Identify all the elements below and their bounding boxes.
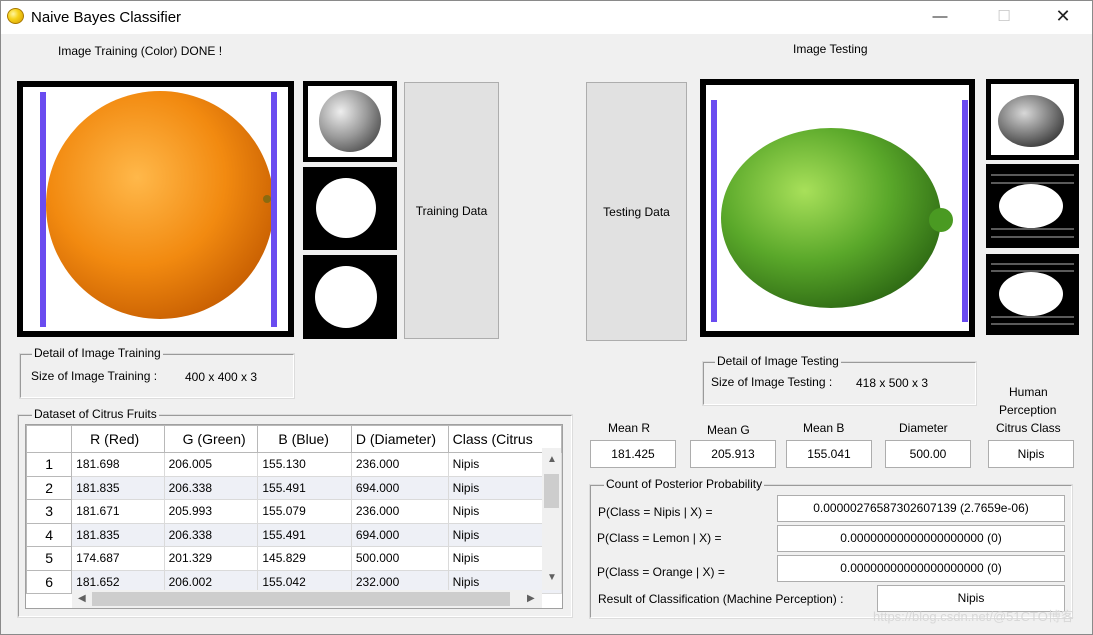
cell-blue[interactable]: 145.829: [257, 546, 352, 571]
classification-result-label: Result of Classification (Machine Percep…: [598, 592, 844, 606]
testing-size-label: Size of Image Testing :: [711, 375, 833, 389]
table-horizontal-scrollbar[interactable]: ◀ ▶: [72, 590, 542, 608]
training-image-frame: [17, 81, 294, 337]
cell-blue[interactable]: 155.079: [257, 499, 352, 524]
cell-green[interactable]: 206.338: [164, 476, 259, 500]
cell-diameter[interactable]: 694.000: [351, 476, 449, 500]
lemon-probability-label: P(Class = Lemon | X) =: [597, 531, 722, 545]
testing-heading: Image Testing: [793, 42, 868, 56]
training-data-button[interactable]: Training Data: [404, 82, 499, 339]
testing-binary-thumbnail-1: [986, 164, 1079, 248]
cell-red[interactable]: 174.687: [71, 546, 165, 571]
human-perception-label-line1: Human: [1009, 385, 1048, 399]
column-header-red[interactable]: R (Red): [71, 425, 165, 453]
maximize-button[interactable]: ☐: [981, 1, 1027, 34]
minimize-button[interactable]: —: [917, 1, 963, 34]
cell-green[interactable]: 205.993: [164, 499, 259, 524]
scroll-right-arrow-icon[interactable]: ▶: [527, 593, 535, 604]
cell-blue[interactable]: 155.491: [257, 523, 352, 547]
cell-red[interactable]: 181.835: [71, 476, 165, 500]
diameter-label: Diameter: [899, 421, 948, 435]
posterior-legend: Count of Posterior Probability: [604, 477, 765, 491]
mean-b-label: Mean B: [803, 421, 845, 435]
nipis-probability-label: P(Class = Nipis | X) =: [598, 505, 713, 519]
window-title: Naive Bayes Classifier: [31, 9, 182, 26]
dataset-legend: Dataset of Citrus Fruits: [32, 407, 159, 421]
row-number[interactable]: 3: [26, 499, 73, 524]
horizontal-scroll-thumb[interactable]: [92, 592, 510, 606]
mean-b-field[interactable]: 155.041: [786, 440, 872, 468]
vertical-scroll-thumb[interactable]: [544, 474, 559, 508]
training-status-label: Image Training (Color) DONE !: [58, 44, 223, 58]
row-number[interactable]: 5: [26, 546, 73, 571]
lemon-probability-field[interactable]: 0.00000000000000000000 (0): [777, 525, 1065, 552]
row-number[interactable]: 2: [26, 475, 73, 500]
cell-blue[interactable]: 155.130: [257, 452, 352, 477]
title-bar: Naive Bayes Classifier — ☐ ✕: [1, 1, 1092, 34]
cell-green[interactable]: 206.338: [164, 523, 259, 547]
table-row[interactable]: 2 181.835 206.338 155.491 694.000 Nipis: [26, 475, 562, 500]
training-gray-thumbnail: [303, 81, 397, 162]
mean-r-field[interactable]: 181.425: [590, 440, 676, 468]
diameter-field[interactable]: 500.00: [885, 440, 971, 468]
cell-red[interactable]: 181.835: [71, 523, 165, 547]
row-number[interactable]: 4: [26, 522, 73, 547]
table-row[interactable]: 1 181.698 206.005 155.130 236.000 Nipis: [26, 452, 562, 477]
dataset-table[interactable]: R (Red) G (Green) B (Blue) D (Diameter) …: [25, 424, 563, 609]
cell-green[interactable]: 206.005: [164, 452, 259, 477]
orange-probability-label: P(Class = Orange | X) =: [597, 565, 725, 579]
scroll-up-arrow-icon[interactable]: ▲: [547, 454, 557, 465]
testing-gray-thumbnail: [986, 79, 1079, 160]
close-button[interactable]: ✕: [1040, 1, 1086, 34]
column-header-green[interactable]: G (Green): [163, 425, 259, 453]
column-header-blue[interactable]: B (Blue): [257, 425, 352, 453]
cell-red[interactable]: 181.671: [71, 499, 165, 524]
training-detail-group: Detail of Image Training Size of Image T…: [19, 346, 295, 399]
human-class-field[interactable]: Nipis: [988, 440, 1074, 468]
mean-g-label: Mean G: [707, 423, 750, 437]
orange-probability-field[interactable]: 0.00000000000000000000 (0): [777, 555, 1065, 582]
table-corner-header: [26, 425, 73, 453]
training-detail-legend: Detail of Image Training: [32, 346, 163, 360]
testing-image-frame: [700, 79, 975, 337]
lemon-app-icon: [7, 8, 24, 24]
testing-detail-group: Detail of Image Testing Size of Image Te…: [702, 354, 977, 406]
table-row[interactable]: 4 181.835 206.338 155.491 694.000 Nipis: [26, 522, 562, 547]
testing-binary-thumbnail-2: [986, 254, 1079, 335]
table-vertical-scrollbar[interactable]: ▲ ▼: [542, 448, 561, 590]
table-row[interactable]: 5 174.687 201.329 145.829 500.000 Nipis: [26, 546, 562, 571]
human-perception-label-line3: Citrus Class: [996, 421, 1061, 435]
training-size-label: Size of Image Training :: [31, 369, 158, 383]
mean-r-label: Mean R: [608, 421, 651, 435]
app-window: Naive Bayes Classifier — ☐ ✕ Image Train…: [0, 0, 1093, 635]
cell-diameter[interactable]: 500.000: [351, 546, 449, 571]
nipis-probability-field[interactable]: 0.00000276587302607139 (2.7659e-06): [777, 495, 1065, 522]
human-perception-label-line2: Perception: [999, 403, 1057, 417]
testing-size-value: 418 x 500 x 3: [856, 376, 929, 390]
watermark-text: https://blog.csdn.net/@51CTO博客: [873, 609, 1074, 624]
table-row[interactable]: 3 181.671 205.993 155.079 236.000 Nipis: [26, 499, 562, 524]
scroll-down-arrow-icon[interactable]: ▼: [547, 572, 557, 583]
training-binary-thumbnail-2: [303, 255, 397, 339]
mean-g-field[interactable]: 205.913: [690, 440, 776, 468]
cell-diameter[interactable]: 236.000: [351, 452, 449, 477]
cell-diameter[interactable]: 236.000: [351, 499, 449, 524]
cell-diameter[interactable]: 694.000: [351, 523, 449, 547]
testing-data-button[interactable]: Testing Data: [586, 82, 687, 341]
row-number[interactable]: 6: [26, 569, 73, 594]
cell-green[interactable]: 201.329: [164, 546, 259, 571]
training-orange-image: [23, 87, 288, 331]
cell-blue[interactable]: 155.491: [257, 476, 352, 500]
training-binary-thumbnail-1: [303, 167, 397, 250]
testing-detail-legend: Detail of Image Testing: [715, 354, 841, 368]
testing-lime-image: [706, 85, 969, 331]
training-size-value: 400 x 400 x 3: [185, 370, 258, 384]
cell-red[interactable]: 181.698: [71, 452, 165, 477]
scroll-left-arrow-icon[interactable]: ◀: [78, 593, 86, 604]
row-number[interactable]: 1: [26, 452, 73, 477]
column-header-diameter[interactable]: D (Diameter): [350, 425, 449, 453]
